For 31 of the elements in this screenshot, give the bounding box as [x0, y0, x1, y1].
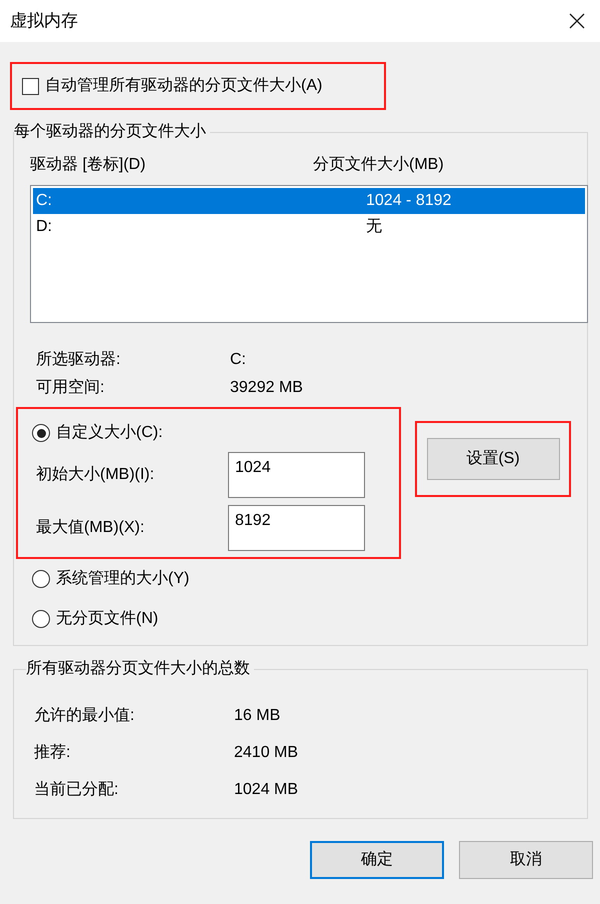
info-label: 所选驱动器:: [35, 350, 122, 370]
field-label: 最大值(MB)(X):: [35, 518, 146, 538]
close-icon: [568, 12, 586, 30]
info-value: 2410 MB: [234, 743, 298, 763]
radio-button[interactable]: [32, 570, 50, 588]
info-value: 16 MB: [234, 706, 280, 726]
column-header: 分页文件大小(MB): [313, 154, 444, 175]
dialog-button[interactable]: 确定: [310, 841, 444, 879]
radio-label: 自定义大小(C):: [56, 422, 163, 443]
info-label: 当前已分配:: [34, 780, 120, 800]
info-value: 39292 MB: [230, 378, 303, 398]
window-title: 虚拟内存: [10, 10, 78, 32]
radio-button[interactable]: [32, 424, 50, 442]
column-header: 驱动器 [卷标](D): [30, 155, 147, 175]
info-label: 允许的最小值:: [34, 706, 136, 726]
dialog-button[interactable]: 取消: [459, 841, 593, 879]
radio-label: 系统管理的大小(Y): [56, 568, 190, 589]
radio-button[interactable]: [32, 610, 50, 628]
input-field[interactable]: 8192: [228, 505, 365, 551]
info-label: 推荐:: [34, 742, 72, 763]
drive-row[interactable]: D: 无: [33, 214, 585, 240]
checkbox-label: 自动管理所有驱动器的分页文件大小(A): [45, 76, 322, 96]
input-field[interactable]: 1024: [228, 452, 365, 498]
info-value: C:: [230, 350, 246, 370]
info-value: 1024 MB: [234, 780, 298, 800]
field-label: 初始大小(MB)(I):: [35, 464, 156, 485]
checkbox[interactable]: [22, 78, 39, 94]
set-button[interactable]: 设置(S): [426, 438, 560, 480]
drive-row[interactable]: C: 1024 - 8192: [33, 188, 585, 214]
radio-label: 无分页文件(N): [56, 608, 158, 629]
info-label: 可用空间:: [35, 378, 106, 398]
